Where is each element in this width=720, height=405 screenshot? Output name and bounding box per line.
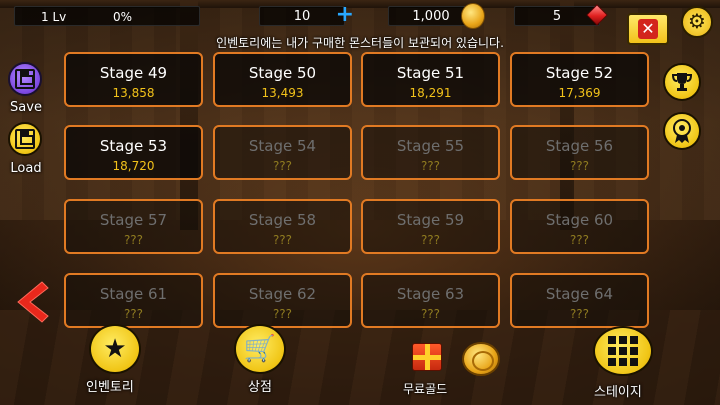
trophy-icon (671, 73, 693, 91)
floppy-disk-icon (15, 69, 35, 89)
stage-score: 18,291 (409, 86, 452, 100)
stage-cell[interactable]: Stage 49 13,858 (64, 52, 203, 107)
stage-score: ??? (272, 159, 293, 173)
stage-score: 13,493 (261, 86, 304, 100)
stage-name: Stage 55 (396, 137, 465, 155)
stage-name: Stage 59 (396, 211, 465, 229)
stage-cell[interactable]: Stage 50 13,493 (213, 52, 352, 107)
gem-value: 5 (552, 9, 562, 24)
top-status-bar: 1 Lv 0% 10 + 1,000 5 ✕ ⚙ (0, 0, 720, 45)
stage-name: Stage 56 (545, 137, 614, 155)
stage-name: Stage 49 (99, 64, 168, 82)
free-gold-label: 무료골드 (403, 382, 448, 396)
star-icon: ★ (103, 334, 127, 364)
medal-icon (673, 119, 691, 143)
stage-cell[interactable]: Stage 53 18,720 (64, 125, 203, 180)
cart-icon: 🛒 (243, 334, 277, 364)
stage-score: ??? (272, 233, 293, 247)
stage-cell[interactable]: Stage 63??? (361, 273, 500, 328)
stage-score: ??? (123, 307, 144, 321)
inventory-button[interactable]: ★ (89, 324, 141, 374)
stage-cell[interactable]: Stage 52 17,369 (510, 52, 649, 107)
stage-score: ??? (569, 159, 590, 173)
save-button[interactable] (8, 62, 42, 96)
stage-name: Stage 63 (396, 285, 465, 303)
stage-score: 18,720 (112, 159, 155, 173)
floppy-disk-icon (15, 129, 35, 149)
level-box: 1 Lv 0% (14, 6, 200, 26)
exp-percent-text: 0% (113, 10, 133, 24)
stage-name: Stage 57 (99, 211, 168, 229)
stage-score: 13,858 (112, 86, 155, 100)
stage-cell[interactable]: Stage 55??? (361, 125, 500, 180)
load-label: Load (10, 161, 42, 176)
stage-cell[interactable]: Stage 51 18,291 (361, 52, 500, 107)
stage-name: Stage 50 (248, 64, 317, 82)
stage-cell[interactable]: Stage 62??? (213, 273, 352, 328)
stage-cell[interactable]: Stage 57??? (64, 199, 203, 254)
stage-score: ??? (420, 307, 441, 321)
save-label: Save (10, 100, 42, 115)
left-arrow-icon[interactable] (12, 280, 52, 324)
energy-box: 10 + (259, 4, 354, 26)
gold-coin-icon[interactable] (461, 3, 485, 29)
gold-coin-icon[interactable] (462, 342, 500, 376)
stage-name: Stage 58 (248, 211, 317, 229)
level-text: 1 Lv (41, 10, 67, 24)
grid-icon (608, 336, 638, 366)
stage-cell[interactable]: Stage 64??? (510, 273, 649, 328)
stage-cell[interactable]: Stage 61??? (64, 273, 203, 328)
stage-score: ??? (272, 307, 293, 321)
plus-icon[interactable]: + (336, 4, 354, 26)
shop-button[interactable]: 🛒 (234, 324, 286, 374)
energy-value: 10 (293, 9, 311, 24)
stage-score: ??? (123, 233, 144, 247)
gem-box: 5 (514, 4, 608, 26)
gift-box-icon[interactable] (412, 343, 442, 371)
stage-cell[interactable]: Stage 54??? (213, 125, 352, 180)
stage-cell[interactable]: Stage 56??? (510, 125, 649, 180)
stage-score: 17,369 (558, 86, 601, 100)
load-button[interactable] (8, 122, 42, 156)
stage-name: Stage 60 (545, 211, 614, 229)
stage-label: 스테이지 (594, 385, 642, 400)
stage-score: ??? (569, 307, 590, 321)
stage-name: Stage 53 (99, 137, 168, 155)
stage-cell[interactable]: Stage 59??? (361, 199, 500, 254)
stage-grid: Stage 49 13,858 Stage 50 13,493 Stage 51 18,2… (64, 52, 652, 328)
stage-name: Stage 52 (545, 64, 614, 82)
stage-score: ??? (420, 159, 441, 173)
inventory-label: 인벤토리 (86, 380, 134, 395)
stage-name: Stage 62 (248, 285, 317, 303)
shop-label: 상점 (248, 380, 272, 395)
stage-cell[interactable]: Stage 58??? (213, 199, 352, 254)
stage-score: ??? (420, 233, 441, 247)
stage-name: Stage 51 (396, 64, 465, 82)
stage-score: ??? (569, 233, 590, 247)
stage-name: Stage 54 (248, 137, 317, 155)
trophy-button[interactable] (663, 63, 701, 101)
stage-cell[interactable]: Stage 60??? (510, 199, 649, 254)
gold-box: 1,000 (388, 3, 485, 29)
stage-button[interactable] (593, 326, 653, 376)
medal-button[interactable] (663, 112, 701, 150)
stage-name: Stage 64 (545, 285, 614, 303)
inventory-info-message: 인벤토리에는 내가 구매한 몬스터들이 보관되어 있습니다. (216, 36, 504, 50)
stage-name: Stage 61 (99, 285, 168, 303)
